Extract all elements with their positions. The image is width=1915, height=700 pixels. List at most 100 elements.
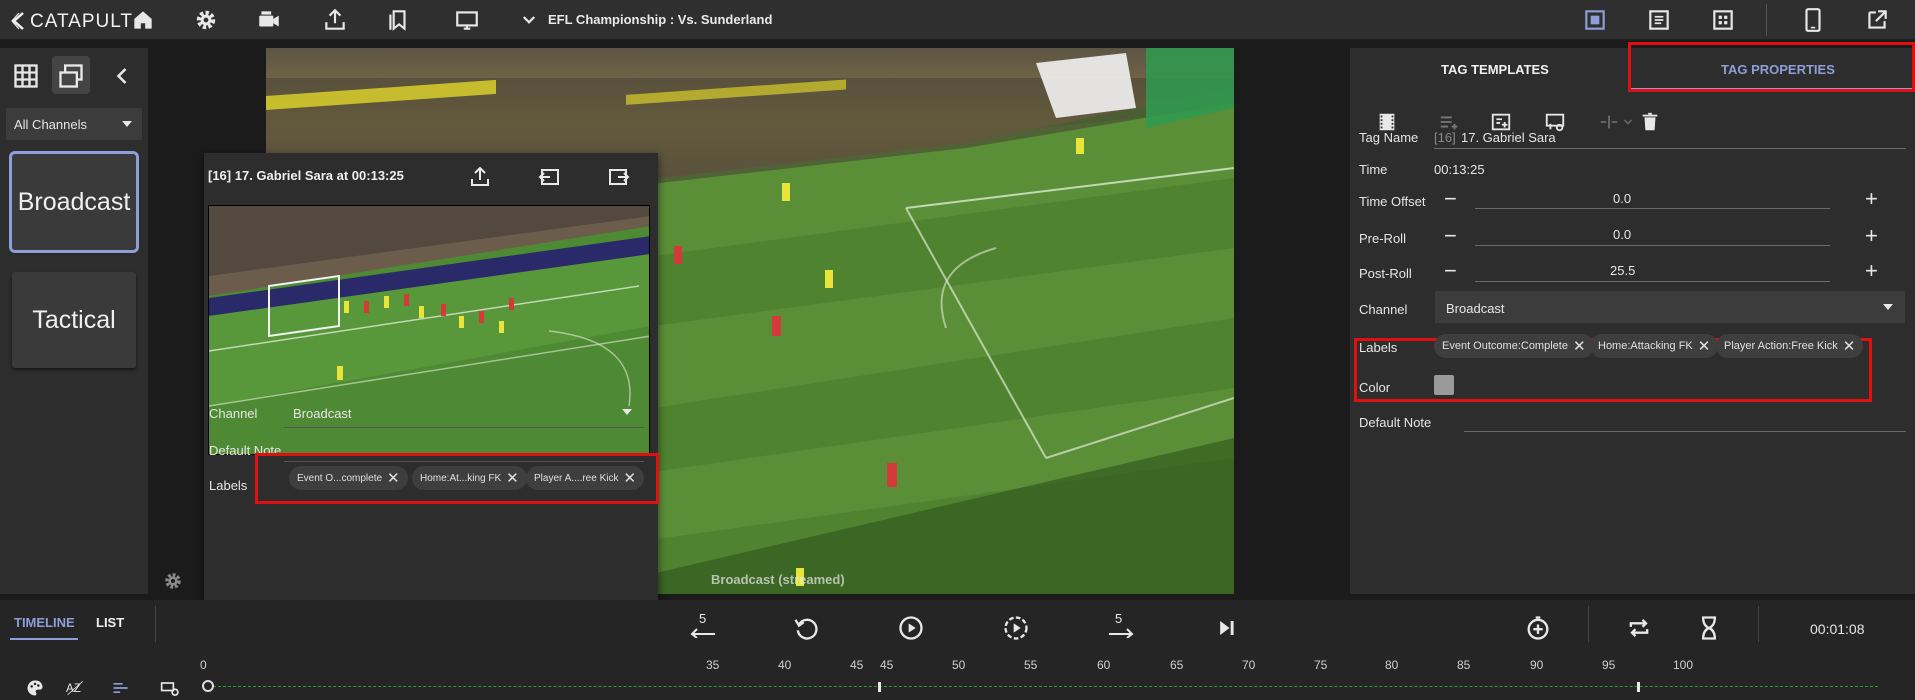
remove-label-icon[interactable]: ✕ bbox=[1843, 337, 1856, 355]
channel-sidebar: All Channels Broadcast Tactical bbox=[0, 48, 181, 594]
time-offset-label: Time Offset bbox=[1359, 194, 1426, 209]
next-tag-icon[interactable] bbox=[607, 165, 631, 189]
video-settings-gear-icon[interactable] bbox=[162, 570, 184, 592]
bookmarks-icon[interactable] bbox=[385, 7, 411, 33]
timeline-tick-label: 90 bbox=[1530, 658, 1544, 672]
share-icon[interactable] bbox=[468, 165, 492, 189]
channel-filter-select[interactable]: All Channels bbox=[6, 108, 142, 140]
tag-name-prefix: [16] bbox=[1434, 130, 1456, 145]
remove-label-icon[interactable]: ✕ bbox=[1573, 337, 1586, 355]
remove-label-icon[interactable]: ✕ bbox=[387, 469, 400, 487]
timeline-tick-label: 60 bbox=[1097, 658, 1111, 672]
timeline-tick-label: 35 bbox=[706, 658, 720, 672]
default-note-input[interactable] bbox=[1464, 431, 1906, 432]
playhead-handle[interactable] bbox=[202, 680, 214, 692]
time-offset-underline bbox=[1475, 208, 1830, 209]
channel-card-label: Broadcast bbox=[17, 187, 131, 216]
grid-view-icon[interactable] bbox=[12, 62, 40, 90]
label-chip-text: Home:At...king FK bbox=[420, 472, 502, 484]
pre-roll-minus-button[interactable]: − bbox=[1444, 225, 1457, 247]
default-note-label: Default Note bbox=[1359, 415, 1432, 430]
popup-title: [16] 17. Gabriel Sara at 00:13:25 bbox=[208, 168, 404, 183]
time-offset-minus-button[interactable]: − bbox=[1444, 188, 1457, 210]
label-chip-text: Event Outcome:Complete bbox=[1442, 340, 1568, 352]
top-bar: CATAPULT EFL Championship : Vs. Sunderla… bbox=[0, 0, 1915, 40]
delete-icon[interactable] bbox=[1639, 111, 1661, 133]
pre-roll-input[interactable]: 0.0 bbox=[1613, 227, 1631, 242]
label-chip-text: Event O...complete bbox=[297, 472, 383, 484]
color-swatch[interactable] bbox=[1434, 375, 1454, 395]
monitor-icon[interactable] bbox=[454, 7, 480, 33]
dropdown-arrow-icon bbox=[122, 121, 132, 127]
color-label: Color bbox=[1359, 380, 1391, 395]
timeline-ruler[interactable]: 0 35 40 45 45 50 55 60 65 70 75 80 85 90 95 100 bbox=[0, 600, 1915, 700]
labels-label: Labels bbox=[1359, 340, 1398, 355]
split-dropdown-icon[interactable] bbox=[1622, 116, 1634, 128]
timeline-tick-label: 65 bbox=[1170, 658, 1184, 672]
remove-label-icon[interactable]: ✕ bbox=[623, 469, 636, 487]
post-roll-plus-button[interactable]: + bbox=[1865, 260, 1878, 282]
popup-channel-value: Broadcast bbox=[293, 406, 352, 421]
timeline-tick-label: 95 bbox=[1602, 658, 1616, 672]
timeline-tick-label: 85 bbox=[1457, 658, 1471, 672]
gear-icon[interactable] bbox=[193, 7, 219, 33]
previous-tag-icon[interactable] bbox=[537, 165, 561, 189]
match-title[interactable]: EFL Championship : Vs. Sunderland bbox=[548, 12, 772, 27]
timeline-tick-label: 45 bbox=[850, 658, 864, 672]
popup-channel-select[interactable]: Broadcast bbox=[284, 396, 644, 428]
collapse-left-icon[interactable] bbox=[108, 62, 136, 90]
range-marker-end[interactable] bbox=[1637, 682, 1640, 692]
share-icon[interactable] bbox=[322, 7, 348, 33]
range-marker-start[interactable] bbox=[878, 682, 881, 692]
timeline-tick-label: 40 bbox=[778, 658, 792, 672]
tag-name-label: Tag Name bbox=[1359, 130, 1419, 145]
layout-single-icon[interactable] bbox=[1582, 7, 1608, 33]
popup-label-chip: Event O...complete ✕ bbox=[289, 466, 408, 490]
chevron-down-icon[interactable] bbox=[520, 11, 538, 29]
catapult-logo-icon bbox=[11, 12, 24, 30]
timeline-track bbox=[208, 686, 1878, 687]
label-chip-text: Player Action:Free Kick bbox=[1724, 340, 1838, 352]
layout-list-icon[interactable] bbox=[1646, 7, 1672, 33]
time-offset-plus-button[interactable]: + bbox=[1865, 188, 1878, 210]
channel-card-tactical[interactable]: Tactical bbox=[12, 272, 136, 368]
label-chip-text: Player A....ree Kick bbox=[534, 472, 619, 484]
tab-tag-templates[interactable]: TAG TEMPLATES bbox=[1441, 62, 1549, 77]
camera-icon[interactable] bbox=[256, 7, 282, 33]
time-label: Time bbox=[1359, 162, 1388, 177]
open-external-icon[interactable] bbox=[1864, 7, 1890, 33]
post-roll-input[interactable]: 25.5 bbox=[1610, 263, 1635, 278]
video-caption: Broadcast (streamed) bbox=[711, 572, 845, 587]
pre-roll-label: Pre-Roll bbox=[1359, 231, 1406, 246]
timeline-tick-label: 100 bbox=[1673, 658, 1694, 672]
label-chip: Home:Attacking FK ✕ bbox=[1590, 334, 1719, 358]
remove-label-icon[interactable]: ✕ bbox=[1698, 337, 1711, 355]
dropdown-arrow-icon bbox=[622, 409, 632, 415]
tag-panel: TAG TEMPLATES TAG PROPERTIES Tag Name [1… bbox=[1350, 42, 1915, 594]
channel-select-value: Broadcast bbox=[1446, 301, 1505, 316]
time-value: 00:13:25 bbox=[1434, 162, 1485, 177]
stacked-view-icon[interactable] bbox=[57, 62, 85, 90]
transport-bar: TIMELINE LIST 5 5 00:01:08 AZ 0 35 40 45 45 5… bbox=[0, 600, 1915, 700]
layout-grid-icon[interactable] bbox=[1710, 7, 1736, 33]
label-chip: Player Action:Free Kick ✕ bbox=[1716, 334, 1864, 358]
tag-name-input[interactable]: 17. Gabriel Sara bbox=[1461, 130, 1556, 145]
label-chip: Event Outcome:Complete ✕ bbox=[1434, 334, 1594, 358]
tag-name-underline bbox=[1434, 148, 1906, 149]
post-roll-minus-button[interactable]: − bbox=[1444, 260, 1457, 282]
popup-channel-label: Channel bbox=[209, 406, 258, 421]
timeline-tick-label: 50 bbox=[952, 658, 966, 672]
home-icon[interactable] bbox=[130, 7, 156, 33]
timeline-tick-label: 55 bbox=[1024, 658, 1038, 672]
remove-label-icon[interactable]: ✕ bbox=[506, 469, 519, 487]
channel-card-broadcast[interactable]: Broadcast bbox=[9, 151, 139, 253]
time-offset-input[interactable]: 0.0 bbox=[1613, 191, 1631, 206]
pre-roll-plus-button[interactable]: + bbox=[1865, 225, 1878, 247]
channel-filter-value: All Channels bbox=[14, 117, 87, 132]
split-icon[interactable] bbox=[1598, 111, 1620, 133]
channel-select[interactable]: Broadcast bbox=[1435, 291, 1905, 323]
popup-label-chip: Home:At...king FK ✕ bbox=[412, 466, 527, 490]
channel-label: Channel bbox=[1359, 302, 1408, 317]
app-logo[interactable]: CATAPULT bbox=[30, 11, 133, 33]
tablet-icon[interactable] bbox=[1800, 7, 1826, 33]
